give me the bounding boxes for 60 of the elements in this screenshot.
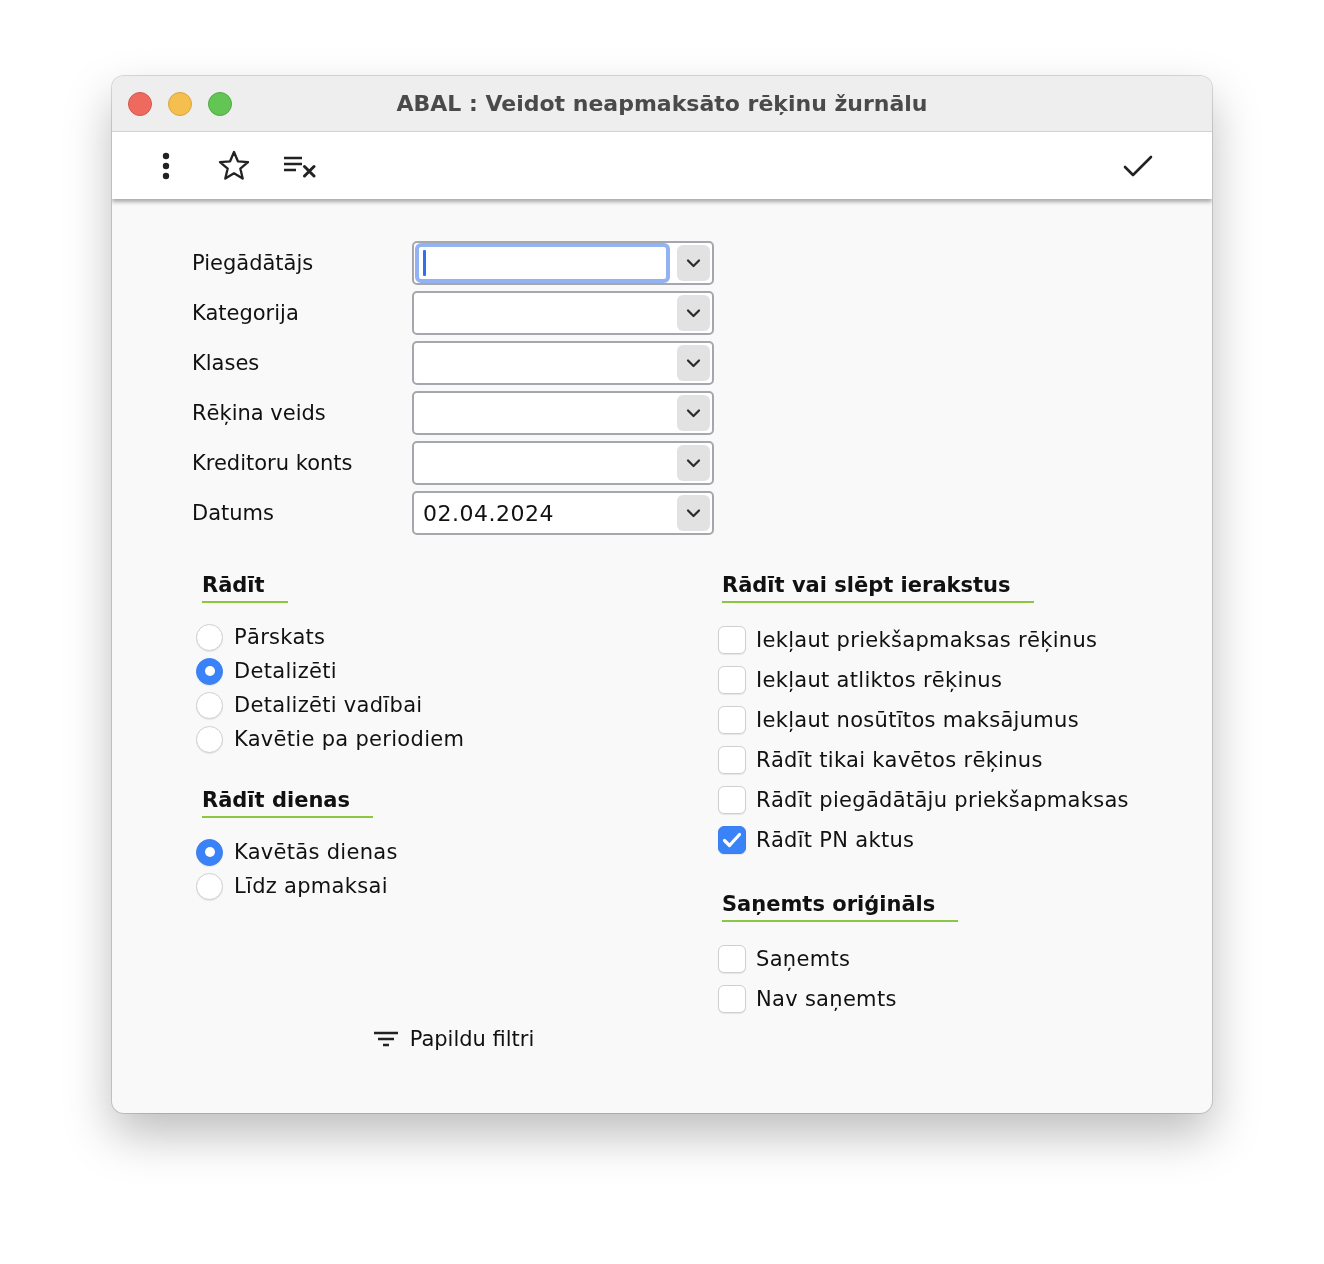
chevron-down-icon[interactable] [677,395,710,431]
chevron-down-icon[interactable] [677,445,710,481]
filter-icon [373,1031,398,1047]
more-icon[interactable] [162,151,170,180]
radio-button[interactable] [196,838,223,866]
dropdown-field[interactable] [412,391,714,435]
radio-label: Kavētie pa periodiem [234,727,465,751]
star-icon[interactable] [218,150,250,181]
radio-button[interactable] [196,691,223,719]
checkbox-label: Nav saņemts [756,987,897,1011]
chevron-down-icon[interactable] [677,245,710,281]
checkbox[interactable] [718,945,746,973]
radio-button[interactable] [196,623,223,651]
section-heading: Rādīt [202,571,288,603]
radio-label: Detalizēti vadībai [234,693,423,717]
checkbox-label: Saņemts [756,947,851,971]
field-label: Rēķina veids [192,401,327,425]
section-heading: Rādīt vai slēpt ierakstus [722,571,1034,603]
dropdown-field[interactable] [412,291,714,335]
dropdown-field[interactable] [412,441,714,485]
field-label: Kategorija [192,301,300,325]
field-label: Piegādātājs [192,251,315,275]
field-label: Klases [192,351,261,375]
radio-label: Detalizēti [234,659,337,683]
checkbox[interactable] [718,985,746,1013]
checkbox[interactable] [718,746,746,774]
section-heading: Saņemts oriģināls [722,890,959,922]
checkbox-label: Rādīt piegādātāju priekšapmaksas [756,788,1129,812]
more-filters-button[interactable]: Papildu filtri [369,1019,539,1059]
section-heading: Rādīt dienas [202,786,373,818]
zoom-icon[interactable] [208,91,232,116]
dropdown-field[interactable] [412,241,714,285]
chevron-down-icon[interactable] [677,295,710,331]
dropdown-field[interactable]: 02.04.2024 [412,491,714,535]
checkbox-label: Rādīt PN aktus [756,828,915,852]
chevron-down-icon[interactable] [677,345,710,381]
close-icon[interactable] [128,91,152,116]
dropdown-field[interactable] [412,341,714,385]
checkbox-label: Rādīt tikai kavētos rēķinus [756,748,1043,772]
radio-button[interactable] [196,872,223,900]
chevron-down-icon[interactable] [677,495,710,531]
radio-label: Pārskats [234,625,326,649]
checkbox[interactable] [718,626,746,654]
text-cursor-icon [423,250,426,276]
checkbox-label: Iekļaut priekšapmaksas rēķinus [756,628,1098,652]
checkbox-label: Iekļaut nosūtītos maksājumus [756,708,1079,732]
checkbox[interactable] [718,706,746,734]
window-title: ABAL : Veidot neapmaksāto rēķinu žurnālu [396,91,928,116]
radio-button[interactable] [196,725,223,753]
check-icon[interactable] [1123,153,1153,178]
checkbox[interactable] [718,666,746,694]
minimize-icon[interactable] [168,91,192,116]
checkbox-label: Iekļaut atliktos rēķinus [756,668,1003,692]
radio-button[interactable] [196,657,223,685]
radio-label: Kavētās dienas [234,840,398,864]
checkbox[interactable] [718,786,746,814]
field-label: Kreditoru konts [192,451,354,475]
radio-label: Līdz apmaksai [234,874,388,898]
checkbox[interactable] [718,826,746,854]
field-label: Datums [192,501,275,525]
